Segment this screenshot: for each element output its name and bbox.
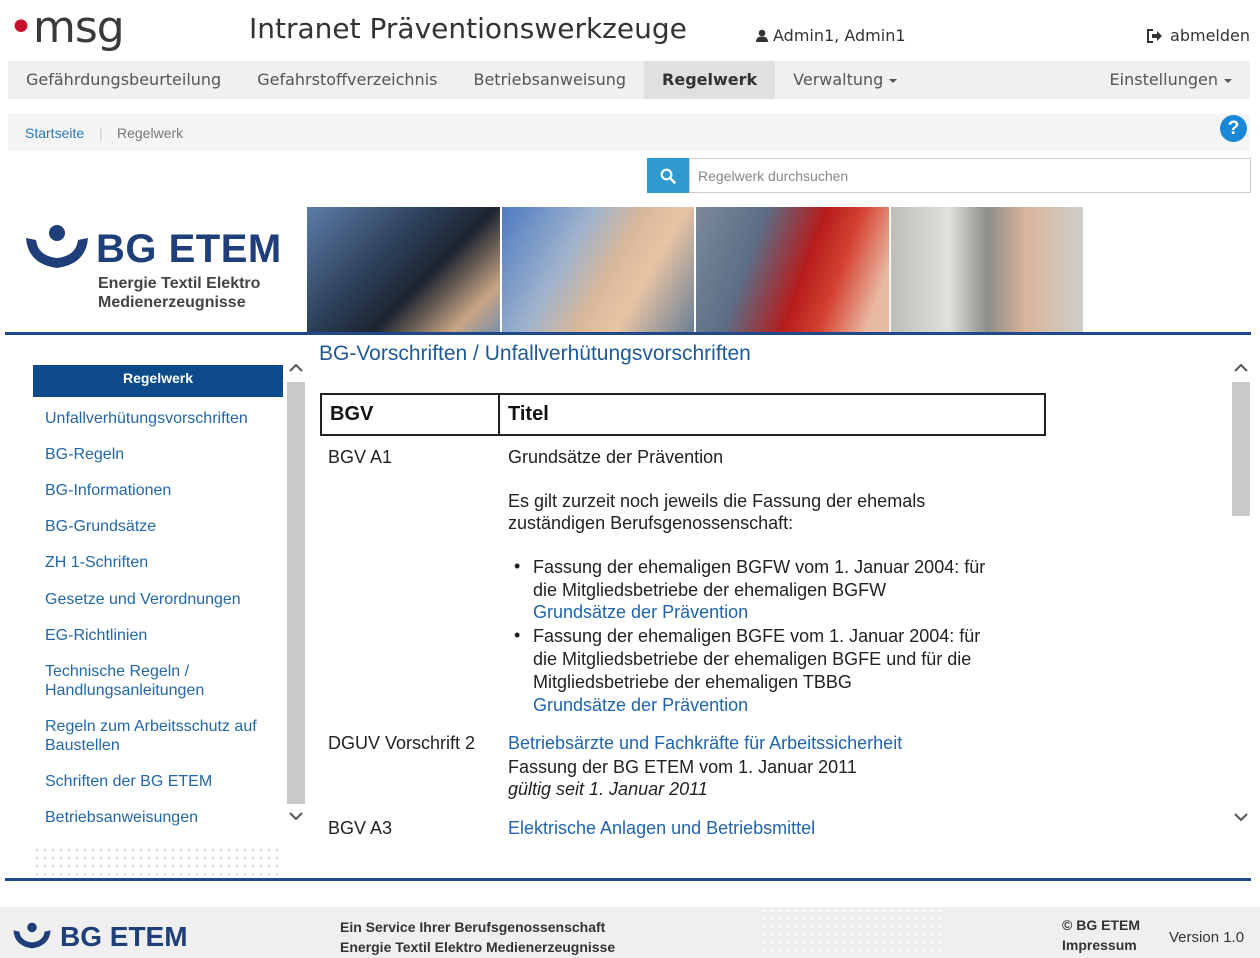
nav-item-betriebsanweisung[interactable]: Betriebsanweisung	[455, 61, 644, 99]
row1-b1-link[interactable]: Grundsätze der Prävention	[533, 601, 748, 623]
banner-photo-sewing	[696, 207, 889, 332]
banner-photo-electrical	[890, 207, 1083, 332]
col-bgv: BGV	[320, 393, 500, 436]
row2-line1: Fassung der BG ETEM vom 1. Januar 2011	[508, 757, 857, 777]
table-header: BGV Titel	[320, 393, 1046, 436]
user-icon	[756, 29, 768, 42]
bullet-icon: •	[514, 556, 521, 576]
row1-b1-line1: Fassung der ehemaligen BGFW vom 1. Janua…	[533, 557, 986, 577]
sidebar-item-baustellen[interactable]: Regeln zum Arbeitsschutz auf Baustellen	[33, 717, 283, 755]
row1-b2-line2: die Mitgliedsbetriebe der ehemaligen BGF…	[533, 649, 972, 669]
divider	[5, 332, 1251, 335]
dot-pattern	[33, 846, 280, 876]
user-info: Admin1, Admin1	[755, 26, 906, 45]
footer-service-line1: Ein Service Ihrer Berufsgenossenschaft	[340, 919, 606, 935]
logout-button[interactable]: abmelden	[1146, 26, 1250, 45]
sidebar: Regelwerk Unfallverhütungsvorschriften B…	[33, 365, 283, 827]
bg-etem-emblem-icon	[13, 922, 51, 949]
org-subtitle: Energie Textil Elektro Medienerzeugnisse	[98, 274, 260, 312]
bg-etem-emblem-icon	[26, 225, 88, 268]
row1-note-line2: zuständigen Berufsgenossenschaft:	[508, 513, 794, 533]
nav-item-regelwerk[interactable]: Regelwerk	[644, 61, 776, 99]
banner-photo-device	[307, 207, 500, 332]
copyright-text: © BG ETEM	[1062, 917, 1140, 933]
nav-item-einstellungen[interactable]: Einstellungen	[1092, 61, 1250, 99]
sidebar-item-bg-regeln[interactable]: BG-Regeln	[33, 445, 283, 464]
content-title: BG-Vorschriften / Unfallverhütungsvorsch…	[319, 342, 751, 365]
scroll-down-icon[interactable]	[288, 810, 304, 822]
bullet-icon: •	[514, 625, 521, 645]
nav-item-gefaehrdungsbeurteilung[interactable]: Gefährdungsbeurteilung	[8, 61, 239, 99]
footer-service: Ein Service Ihrer Berufsgenossenschaft E…	[340, 917, 615, 957]
chevron-down-icon	[1224, 78, 1232, 83]
footer-copyright: © BG ETEM Impressum	[1062, 915, 1140, 955]
row3-link[interactable]: Elektrische Anlagen und Betriebsmittel	[508, 817, 815, 839]
sidebar-item-zh1-schriften[interactable]: ZH 1-Schriften	[33, 553, 283, 572]
sidebar-item-technische-regeln[interactable]: Technische Regeln / Handlungsanleitungen	[33, 662, 233, 700]
row2-line2: gültig seit 1. Januar 2011	[508, 779, 708, 799]
logout-label: abmelden	[1170, 26, 1250, 45]
sidebar-item-unfallverhuetungsvorschriften[interactable]: Unfallverhütungsvorschriften	[33, 409, 283, 428]
sidebar-item-eg-richtlinien[interactable]: EG-Richtlinien	[33, 626, 283, 645]
banner-photo-tool	[501, 207, 694, 332]
header: •msg Intranet Präventionswerkzeuge Admin…	[0, 0, 1260, 62]
row2-link[interactable]: Betriebsärzte und Fachkräfte für Arbeits…	[508, 732, 902, 754]
sidebar-item-betriebsanweisungen[interactable]: Betriebsanweisungen	[33, 808, 283, 827]
breadcrumb-separator: |	[99, 125, 103, 141]
footer-logo: BG ETEM	[12, 921, 188, 953]
col-titel: Titel	[500, 393, 1046, 436]
search-input[interactable]	[689, 158, 1251, 193]
main-nav: Gefährdungsbeurteilung Gefahrstoffverzei…	[8, 61, 1250, 99]
scroll-up-icon[interactable]	[1233, 362, 1249, 374]
row2-code: DGUV Vorschrift 2	[328, 733, 476, 753]
footer-divider	[5, 878, 1251, 881]
msg-logo: •msg	[8, 2, 125, 53]
scroll-up-icon[interactable]	[288, 362, 304, 374]
logout-icon	[1147, 28, 1163, 43]
row1-b2-line3: Mitgliedsbetriebe der ehemaligen TBBG	[533, 672, 852, 692]
row3-code: BGV A3	[328, 818, 393, 838]
nav-item-gefahrstoffverzeichnis[interactable]: Gefahrstoffverzeichnis	[239, 61, 455, 99]
row1-b2-line1: Fassung der ehemaligen BGFE vom 1. Janua…	[533, 626, 981, 646]
footer-logo-text: BG ETEM	[60, 921, 188, 952]
verwaltung-label: Verwaltung	[793, 70, 884, 89]
row1-title: Grundsätze der Prävention	[508, 447, 724, 467]
impressum-link[interactable]: Impressum	[1062, 935, 1140, 955]
help-icon[interactable]: ?	[1220, 115, 1247, 142]
org-name: BG ETEM	[96, 227, 282, 271]
brand-text: msg	[32, 2, 125, 53]
banner-photos	[307, 207, 1083, 332]
row1-code: BGV A1	[328, 447, 393, 467]
sidebar-item-bg-grundsaetze[interactable]: BG-Grundsätze	[33, 517, 283, 536]
footer: BG ETEM Ein Service Ihrer Berufsgenossen…	[0, 907, 1260, 958]
search-button[interactable]	[647, 158, 689, 193]
footer-dot-pattern	[760, 907, 942, 958]
breadcrumb: Startseite | Regelwerk ?	[8, 114, 1250, 151]
sidebar-item-schriften-bg-etem[interactable]: Schriften der BG ETEM	[33, 772, 283, 791]
nav-item-verwaltung[interactable]: Verwaltung	[775, 61, 915, 99]
row1-b1-line2: die Mitgliedsbetriebe der ehemaligen BGF…	[533, 580, 887, 600]
row1-b2-link[interactable]: Grundsätze der Prävention	[533, 694, 748, 716]
bg-etem-logo: BG ETEM Energie Textil Elektro Medienerz…	[24, 224, 284, 324]
chevron-down-icon	[889, 78, 898, 83]
scroll-down-icon[interactable]	[1233, 811, 1249, 823]
user-name: Admin1, Admin1	[773, 26, 906, 45]
content-scroll-thumb[interactable]	[1232, 382, 1250, 516]
search-icon	[660, 168, 676, 184]
sidebar-scroll-thumb[interactable]	[287, 382, 305, 804]
row1-note-line1: Es gilt zurzeit noch jeweils die Fassung…	[508, 491, 926, 511]
sidebar-heading: Regelwerk	[33, 365, 283, 397]
org-subtitle-line1: Energie Textil Elektro	[98, 275, 261, 292]
org-subtitle-line2: Medienerzeugnisse	[98, 294, 246, 311]
version-label: Version 1.0	[1169, 929, 1245, 946]
sidebar-item-gesetze[interactable]: Gesetze und Verordnungen	[33, 590, 283, 609]
breadcrumb-current: Regelwerk	[117, 125, 184, 141]
sidebar-item-bg-informationen[interactable]: BG-Informationen	[33, 481, 283, 500]
einstellungen-label: Einstellungen	[1109, 70, 1218, 89]
footer-service-line2: Energie Textil Elektro Medienerzeugnisse	[340, 939, 616, 955]
app-title: Intranet Präventionswerkzeuge	[249, 12, 687, 45]
breadcrumb-home-link[interactable]: Startseite	[25, 125, 84, 141]
content-scrollbar[interactable]	[1232, 356, 1250, 830]
sidebar-scrollbar[interactable]	[285, 360, 306, 827]
